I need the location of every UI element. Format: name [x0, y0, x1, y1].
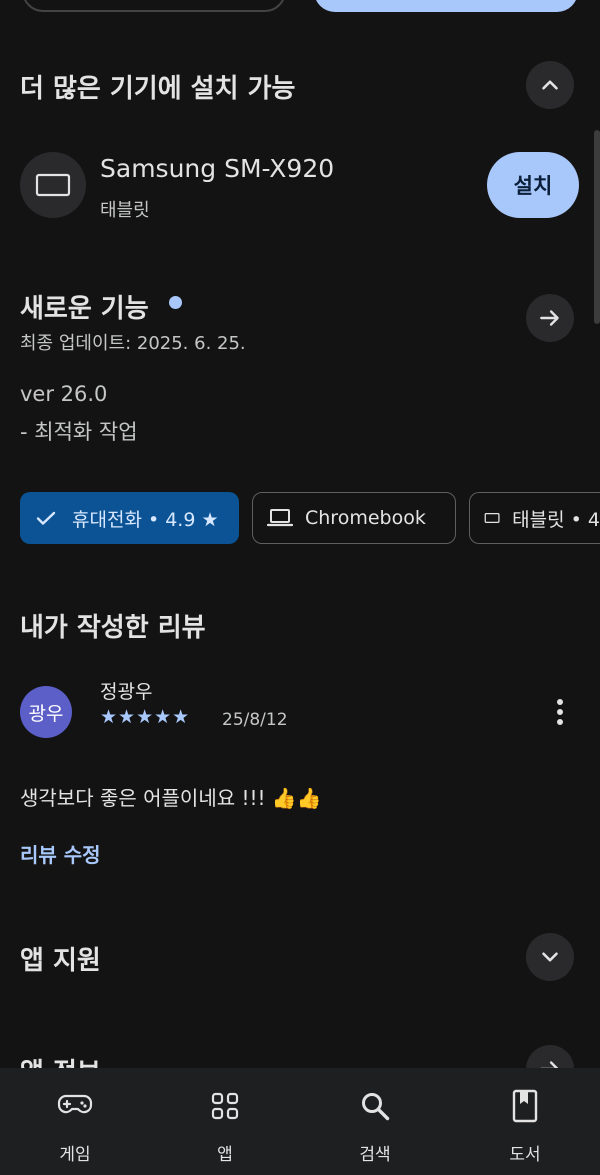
device-name: Samsung SM-X920: [100, 154, 335, 183]
review-date: 25/8/12: [222, 710, 288, 730]
check-icon: [36, 511, 56, 525]
scrollbar[interactable]: [594, 130, 600, 324]
install-button[interactable]: 설치: [487, 152, 579, 218]
nav-search-label: 검색: [359, 1145, 391, 1165]
nav-games-label: 게임: [59, 1145, 91, 1165]
nav-books[interactable]: 도서: [465, 1068, 585, 1175]
more-vert-icon: [557, 699, 563, 725]
new-indicator-dot: [169, 296, 182, 309]
device-type: 태블릿: [100, 200, 150, 221]
avatar: 광우: [20, 686, 72, 738]
top-filled-button[interactable]: [314, 0, 578, 12]
review-text: 생각보다 좋은 어플이네요 !!! 👍👍: [20, 786, 322, 810]
last-updated: 최종 업데이트: 2025. 6. 25.: [20, 333, 246, 354]
chip-phone-label: 휴대전화 • 4.9 ★: [72, 508, 219, 531]
review-stars: ★★★★★: [100, 706, 191, 728]
app-support-expand-button[interactable]: [526, 933, 574, 981]
chevron-up-icon: [542, 80, 558, 90]
release-note: - 최적화 작업: [20, 420, 138, 444]
whats-new-button[interactable]: [526, 294, 574, 342]
install-section-title: 더 많은 기기에 설치 가능: [20, 74, 296, 104]
book-icon: [512, 1089, 538, 1123]
search-icon: [362, 1093, 390, 1121]
review-author: 정광우: [100, 681, 153, 703]
tablet-icon: [35, 173, 71, 197]
tablet-icon: [484, 513, 500, 523]
whats-new-title: 새로운 기능: [20, 294, 149, 324]
chip-tablet-label: 태블릿 • 4: [512, 508, 600, 531]
chevron-down-icon: [542, 952, 558, 962]
nav-apps-label: 앱: [217, 1145, 233, 1165]
nav-search[interactable]: 검색: [315, 1068, 435, 1175]
chip-phone[interactable]: 휴대전화 • 4.9 ★: [20, 492, 239, 544]
chip-chromebook[interactable]: Chromebook: [252, 492, 456, 544]
version-text: ver 26.0: [20, 382, 108, 406]
my-review-title: 내가 작성한 리뷰: [20, 613, 206, 643]
device-avatar: [20, 152, 86, 218]
laptop-icon: [267, 509, 293, 527]
arrow-right-icon: [540, 310, 559, 326]
review-menu-button[interactable]: [540, 692, 580, 732]
apps-grid-icon: [211, 1092, 239, 1120]
app-support-title: 앱 지원: [20, 946, 101, 976]
top-outline-button[interactable]: [22, 0, 286, 12]
chip-tablet[interactable]: 태블릿 • 4: [469, 492, 600, 544]
nav-books-label: 도서: [509, 1145, 541, 1165]
nav-games[interactable]: 게임: [15, 1068, 135, 1175]
chip-chromebook-label: Chromebook: [305, 507, 426, 529]
nav-apps[interactable]: 앱: [165, 1068, 285, 1175]
bottom-navigation: 게임 앱 검색 도서: [0, 1068, 600, 1175]
edit-review-link[interactable]: 리뷰 수정: [20, 839, 101, 868]
collapse-button[interactable]: [526, 61, 574, 109]
gamepad-icon: [57, 1094, 93, 1114]
